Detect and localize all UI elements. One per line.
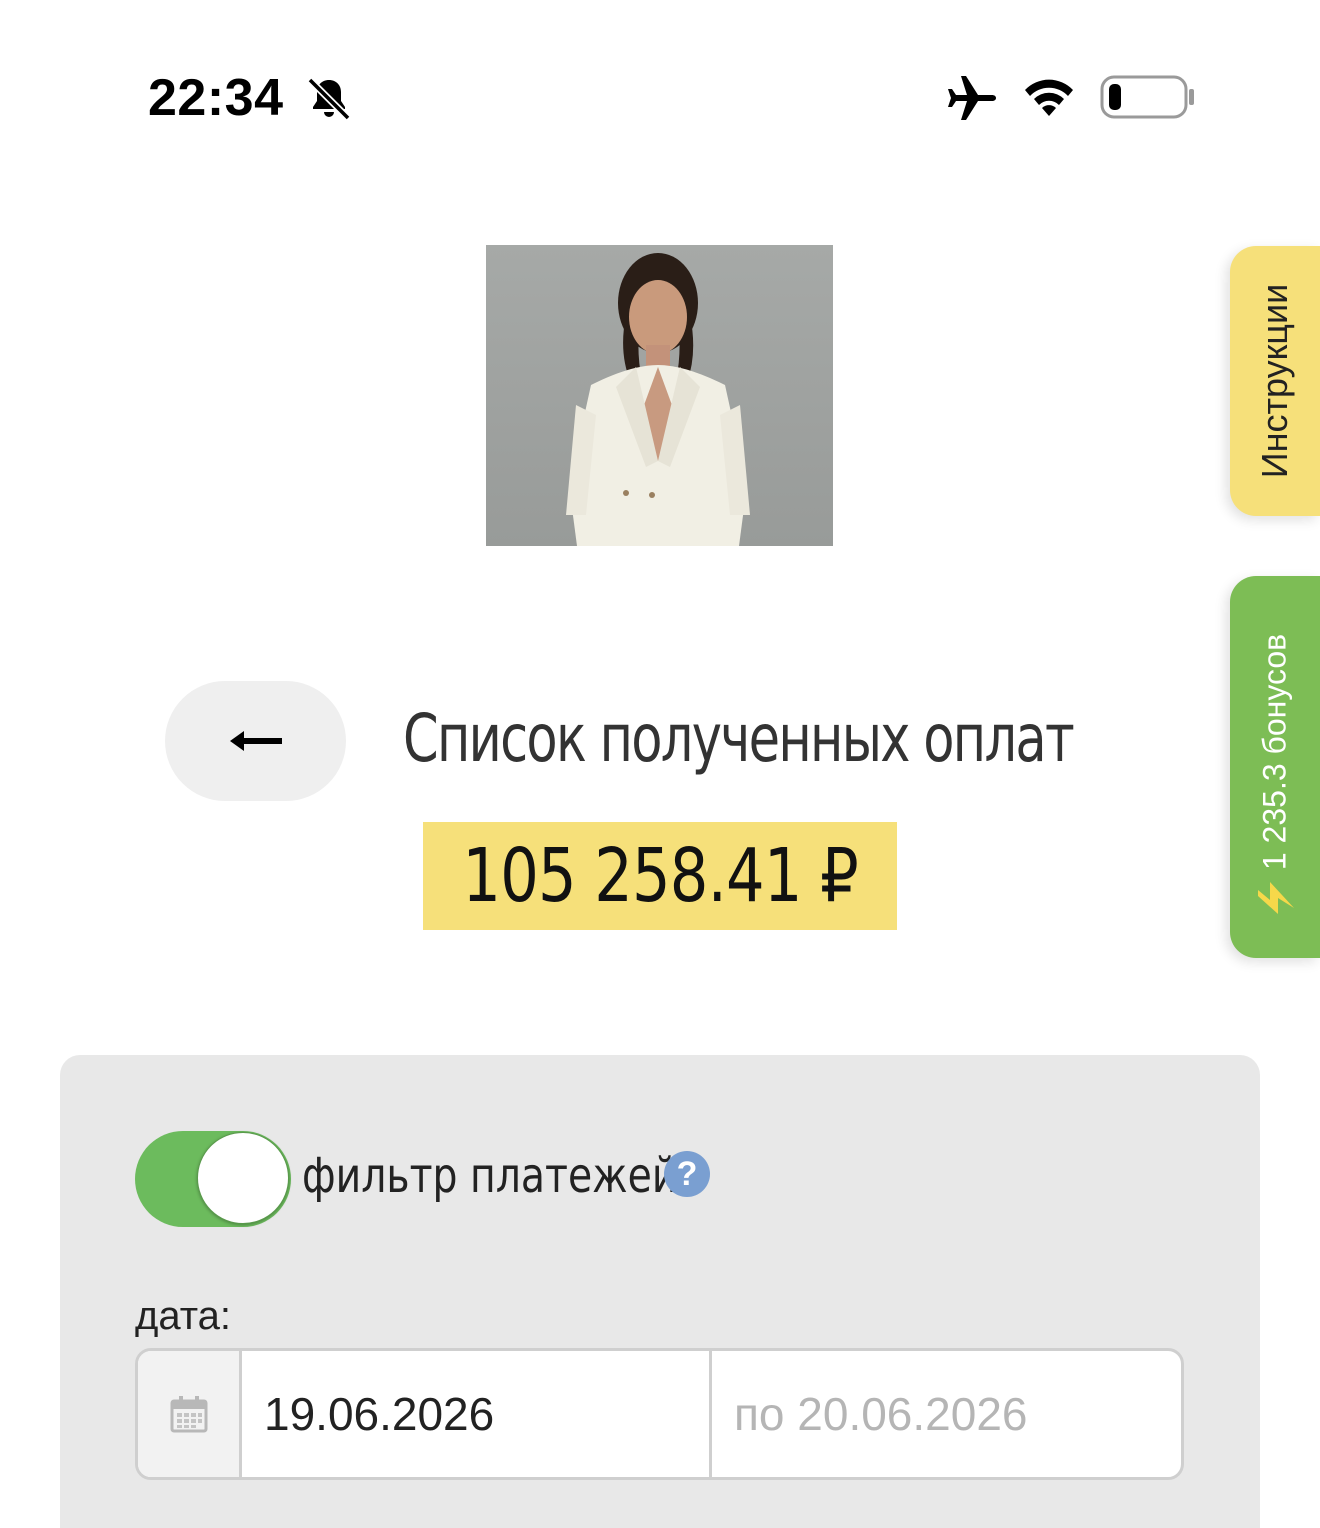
bell-off-icon — [307, 77, 351, 121]
help-icon[interactable]: ? — [664, 1151, 710, 1197]
bonus-tab-label: 1 235.3 бонусов — [1256, 633, 1293, 871]
payment-filter-label: фильтр платежей — [302, 1148, 678, 1204]
total-amount: 105 258.41 ₽ — [462, 833, 858, 919]
date-label: дата: — [135, 1294, 231, 1338]
wifi-icon — [1025, 79, 1073, 116]
battery-icon — [1100, 75, 1194, 119]
payment-filter-toggle[interactable] — [135, 1131, 291, 1227]
status-time: 22:34 — [148, 69, 284, 127]
date-range-input: 19.06.2026 по 20.06.2026 — [135, 1348, 1184, 1480]
woman-in-white-suit-image — [486, 245, 833, 546]
page-title: Список полученных оплат — [403, 700, 1075, 777]
lightning-icon — [1258, 882, 1294, 914]
date-to-field[interactable]: по 20.06.2026 — [712, 1351, 1181, 1477]
screen: 22:34 Инструкции 1 235.3 бонусов Список … — [0, 0, 1320, 1528]
date-from-field[interactable]: 19.06.2026 — [242, 1351, 712, 1477]
bonus-tab[interactable]: 1 235.3 бонусов — [1230, 576, 1320, 958]
arrow-left-icon — [229, 731, 282, 751]
back-button[interactable] — [165, 681, 346, 801]
calendar-icon — [170, 1396, 207, 1433]
instructions-tab[interactable]: Инструкции — [1230, 246, 1320, 516]
airplane-icon — [948, 76, 996, 120]
instructions-tab-label: Инструкции — [1254, 283, 1295, 479]
profile-photo — [486, 245, 833, 546]
toggle-knob — [197, 1132, 289, 1224]
calendar-button[interactable] — [138, 1351, 242, 1477]
total-amount-badge: 105 258.41 ₽ — [423, 822, 897, 930]
